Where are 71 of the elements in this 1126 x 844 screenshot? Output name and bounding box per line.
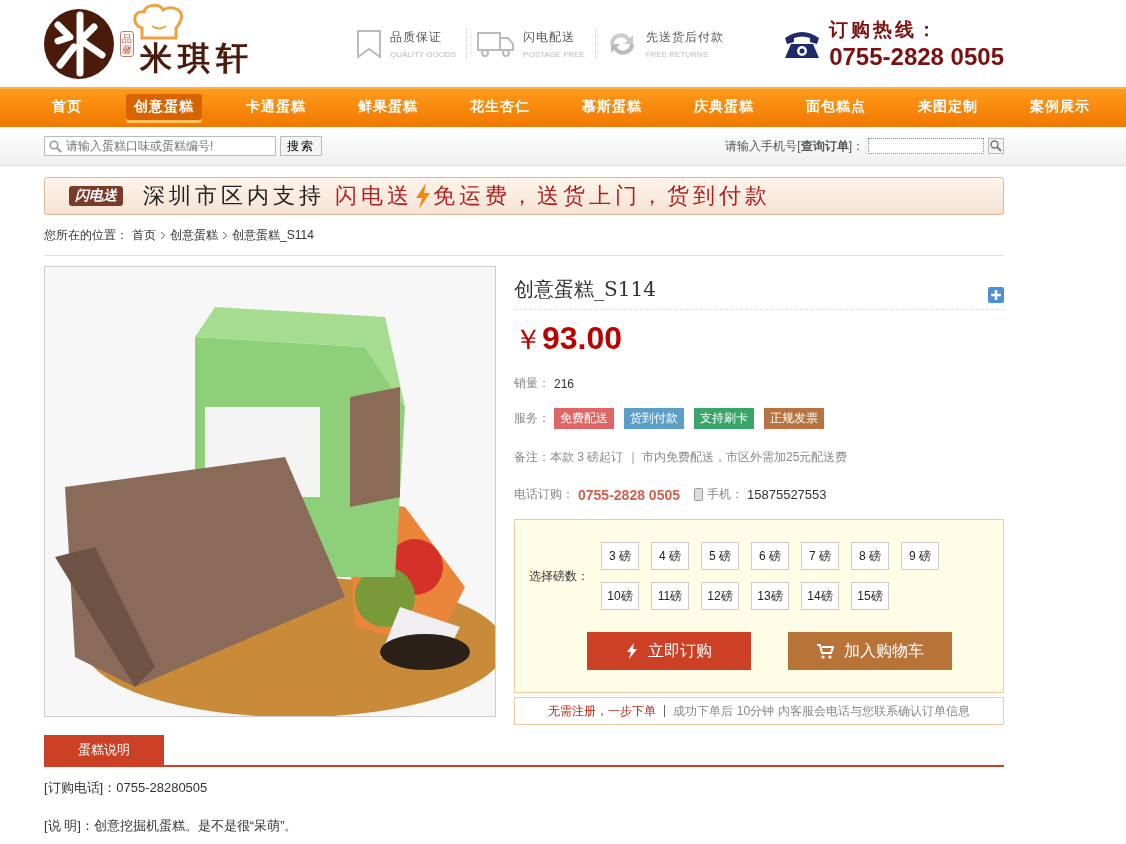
feature-title: 先送货后付款 <box>645 28 724 46</box>
banner-badge: 闪电送 <box>69 186 123 206</box>
weight-option[interactable]: 10磅 <box>601 582 639 610</box>
weight-option[interactable]: 12磅 <box>701 582 739 610</box>
bookmark-icon <box>356 28 382 59</box>
sales-count: 216 <box>554 376 575 391</box>
banner-text: 免运费，送货上门，货到付款 <box>433 182 771 210</box>
description-tab[interactable]: 蛋糕说明 <box>44 735 164 765</box>
services-label: 服务： <box>514 410 550 427</box>
sales-label: 销量： <box>514 375 550 392</box>
search-button[interactable]: 搜索 <box>280 136 322 156</box>
weight-option[interactable]: 13磅 <box>751 582 789 610</box>
chevron-icon <box>222 231 228 240</box>
feature-title: 品质保证 <box>390 28 443 46</box>
search-field[interactable]: 请输入蛋糕口味或蛋糕编号! <box>44 136 276 156</box>
feature-subtitle: POSTAGE FREE <box>523 49 585 59</box>
weight-option[interactable]: 14磅 <box>801 582 839 610</box>
feature-title: 闪电配送 <box>523 28 577 46</box>
chevron-icon <box>160 231 166 240</box>
order-phone: 0755-2828 0505 <box>578 486 680 503</box>
order-now-button[interactable]: 立即订购 <box>587 632 751 670</box>
add-to-cart-button[interactable]: 加入购物车 <box>788 632 952 670</box>
search-icon <box>990 140 1002 152</box>
plus-icon[interactable] <box>988 287 1004 303</box>
cart-icon <box>816 643 834 659</box>
mobile-label: 手机： <box>707 486 743 503</box>
logo-icon <box>44 6 114 81</box>
weight-option[interactable]: 5 磅 <box>701 542 739 570</box>
product-title: 创意蛋糕_S114 <box>514 276 656 303</box>
weight-option[interactable]: 9 磅 <box>901 542 939 570</box>
service-tag: 免费配送 <box>554 408 614 429</box>
weight-option[interactable]: 4 磅 <box>651 542 689 570</box>
breadcrumb-label: 您所在的位置： <box>44 227 128 244</box>
service-tag: 正规发票 <box>764 408 824 429</box>
logo-seal: 品馨 <box>120 30 134 57</box>
breadcrumb-link[interactable]: 首页 <box>132 227 156 244</box>
lightning-icon <box>626 643 638 659</box>
phone-label: 电话订购： <box>514 486 574 503</box>
product-price: 93.00 <box>542 320 623 357</box>
weight-option[interactable]: 15磅 <box>851 582 889 610</box>
currency-symbol: ￥ <box>514 323 542 357</box>
search-icon <box>49 139 62 153</box>
logo-text: 米琪轩 <box>140 37 254 79</box>
notice-text: 成功下单后 10分钟 内客服会电话与您联系确认订单信息 <box>673 702 970 720</box>
hotline-label: 订购热线： <box>829 17 941 42</box>
description-text: [说 明]：创意挖掘机蛋糕。是不是很“呆萌”。 <box>44 817 299 835</box>
mobile-number: 15875527553 <box>747 487 827 502</box>
lightning-icon <box>415 183 431 209</box>
breadcrumb-link[interactable]: 创意蛋糕_S114 <box>232 227 314 244</box>
truck-icon <box>477 29 516 58</box>
phone-input[interactable] <box>868 138 984 154</box>
weight-label: 选择磅数： <box>529 567 590 585</box>
feature-subtitle: FREE RETURNS <box>645 49 709 59</box>
service-tag: 支持刷卡 <box>694 408 754 429</box>
order-note: 备注：本款 3 磅起订 ｜ 市内免费配送，市区外需加25元配送费 <box>514 449 848 466</box>
banner-lead: 深圳市区内支持 <box>143 182 325 210</box>
weight-option[interactable]: 8 磅 <box>851 542 889 570</box>
breadcrumb-link[interactable]: 创意蛋糕 <box>170 227 218 244</box>
nav-item[interactable]: 创意蛋糕 <box>126 94 202 120</box>
service-tag: 货到付款 <box>624 408 684 429</box>
description-text: [订购电话]：0755-28280505 <box>44 779 209 797</box>
banner-highlight: 闪电送 <box>335 182 413 210</box>
weight-option[interactable]: 7 磅 <box>801 542 839 570</box>
order-query-label: 请输入手机号[查询订单]： <box>725 137 864 155</box>
weight-option[interactable]: 3 磅 <box>601 542 639 570</box>
weight-option[interactable]: 6 磅 <box>751 542 789 570</box>
hotline-number: 0755-2828 0505 <box>829 42 1004 71</box>
weight-option[interactable]: 11磅 <box>651 582 689 610</box>
notice-highlight: 无需注册，一步下单 <box>548 705 666 717</box>
mobile-phone-icon <box>694 488 703 501</box>
query-button[interactable] <box>988 138 1004 154</box>
